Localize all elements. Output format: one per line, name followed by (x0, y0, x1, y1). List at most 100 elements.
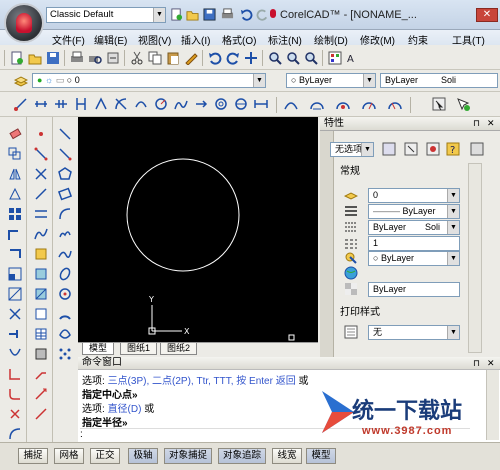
pencil-icon[interactable] (184, 51, 198, 65)
selection-select[interactable]: 无选项 ▼ (330, 142, 374, 157)
multipoint-icon[interactable] (58, 347, 72, 361)
polygon-icon[interactable] (58, 167, 72, 181)
text-style-icon[interactable]: A (346, 51, 360, 65)
workspace-select[interactable]: Classic Default ▼ (46, 7, 166, 23)
menu-view[interactable]: 视图(V) (138, 32, 171, 47)
linetype-select[interactable]: ByLayer Soli (380, 73, 498, 88)
undo-icon[interactable] (208, 51, 222, 65)
close-panel-icon[interactable]: ✕ (487, 358, 495, 369)
region-icon[interactable] (34, 267, 48, 281)
select-objects-icon[interactable] (404, 142, 418, 156)
redo-icon[interactable] (256, 8, 269, 21)
open-folder-icon[interactable] (28, 51, 42, 65)
drawing-canvas[interactable]: Y X (78, 117, 318, 342)
pan-icon[interactable] (244, 51, 258, 65)
status-osnap-button[interactable]: 对象捕捉 (164, 448, 212, 464)
status-polar-button[interactable]: 极轴 (128, 448, 158, 464)
ellipse-icon[interactable] (58, 267, 72, 281)
dim-diameter-icon[interactable] (194, 97, 208, 111)
scale-icon[interactable] (8, 267, 22, 281)
line-icon[interactable] (58, 127, 72, 141)
dim-center-icon[interactable] (214, 97, 228, 111)
print-preview-icon[interactable] (88, 51, 102, 65)
array-icon[interactable] (8, 207, 22, 221)
tab-model[interactable]: 模型 (82, 343, 115, 355)
text-icon[interactable] (34, 387, 48, 401)
dim-tolerance-icon[interactable] (234, 97, 248, 111)
dim-linear-icon[interactable] (14, 97, 28, 111)
dim-arc-icon[interactable] (134, 97, 148, 111)
hatch-icon[interactable] (34, 347, 48, 361)
break-icon[interactable] (8, 347, 22, 361)
help-icon[interactable]: ? (446, 142, 460, 156)
dim-update-icon[interactable] (310, 97, 324, 111)
layer-manager-icon[interactable] (14, 74, 28, 88)
close-window-button[interactable]: ✕ (476, 8, 498, 22)
mtext-icon[interactable] (34, 407, 48, 421)
save-icon[interactable] (46, 51, 60, 65)
rectangle-icon[interactable] (58, 187, 72, 201)
tab-layout2[interactable]: 图纸2 (160, 343, 198, 355)
properties-scrollbar[interactable] (468, 163, 482, 353)
zoom-icon[interactable] (268, 51, 282, 65)
dim-radius-icon[interactable] (154, 97, 168, 111)
stretch-icon[interactable] (8, 287, 22, 301)
prop-ltscale-input[interactable]: 1 (368, 236, 460, 251)
cut-icon[interactable] (130, 51, 144, 65)
spline-curve-icon[interactable] (58, 247, 72, 261)
print-style-section-header[interactable]: 打印样式 (340, 306, 468, 319)
leader-icon[interactable] (34, 367, 48, 381)
menu-file[interactable]: 文件(F) (52, 32, 85, 47)
tab-layout1[interactable]: 图纸1 (120, 343, 158, 355)
arc-icon[interactable] (58, 207, 72, 221)
mline-icon[interactable] (34, 207, 48, 221)
close-panel-icon[interactable]: ✕ (487, 118, 495, 129)
paste-icon[interactable] (166, 51, 180, 65)
menu-insert[interactable]: 插入(I) (181, 32, 210, 47)
dim-baseline-icon[interactable] (74, 97, 88, 111)
properties-menu-icon[interactable] (470, 142, 484, 156)
dim-reassoc-icon[interactable] (388, 97, 402, 111)
copy-icon[interactable] (148, 51, 162, 65)
prop-linetype-select[interactable]: ——— ByLayer ▼ (368, 204, 460, 219)
prop-transparency-input[interactable]: ByLayer (368, 282, 460, 297)
fillet-icon[interactable] (8, 387, 22, 401)
dim-edit-icon[interactable] (284, 97, 298, 111)
extend-icon[interactable] (8, 327, 22, 341)
menu-tools[interactable]: 工具(T) (452, 32, 485, 47)
dim-style-icon[interactable] (362, 97, 376, 111)
zoom-extents-icon[interactable] (304, 51, 318, 65)
menu-dimension[interactable]: 标注(N) (268, 32, 302, 47)
open-folder-icon[interactable] (186, 8, 199, 21)
publish-icon[interactable] (106, 51, 120, 65)
dim-override-icon[interactable] (336, 97, 350, 111)
chamfer-icon[interactable] (8, 367, 22, 381)
menu-format[interactable]: 格式(O) (222, 32, 256, 47)
table-icon[interactable] (34, 327, 48, 341)
properties-icon[interactable] (328, 51, 342, 65)
dim-ordinate-icon[interactable] (54, 97, 68, 111)
ellipse-arc-icon[interactable] (58, 327, 72, 341)
rotate-icon[interactable] (8, 247, 22, 261)
polyline-icon[interactable] (34, 147, 48, 161)
erase-icon[interactable] (8, 127, 22, 141)
pin-icon[interactable]: ⊓ (473, 358, 480, 369)
prop-printstyle-select[interactable]: 无 ▼ (368, 325, 460, 340)
status-lineweight-button[interactable]: 线宽 (272, 448, 302, 464)
status-model-button[interactable]: 模型 (306, 448, 336, 464)
redo-icon[interactable] (226, 51, 240, 65)
menu-draw[interactable]: 绘制(D) (314, 32, 348, 47)
explode-icon[interactable] (8, 407, 22, 421)
status-ortho-button[interactable]: 正交 (90, 448, 120, 464)
prop-plotcolor-select[interactable]: ○ ByLayer ▼ (368, 251, 460, 266)
toggle-pickadd-icon[interactable] (426, 142, 440, 156)
new-file-icon[interactable] (10, 51, 24, 65)
quick-select-icon[interactable] (432, 97, 446, 111)
revcloud-icon[interactable] (58, 227, 72, 241)
dim-jogged-icon[interactable] (174, 97, 188, 111)
prop-color-select[interactable]: 0 ▼ (368, 188, 460, 203)
status-otrack-button[interactable]: 对象追踪 (218, 448, 266, 464)
dim-angular-icon[interactable] (114, 97, 128, 111)
offset-icon[interactable] (8, 187, 22, 201)
trim-icon[interactable] (8, 307, 22, 321)
